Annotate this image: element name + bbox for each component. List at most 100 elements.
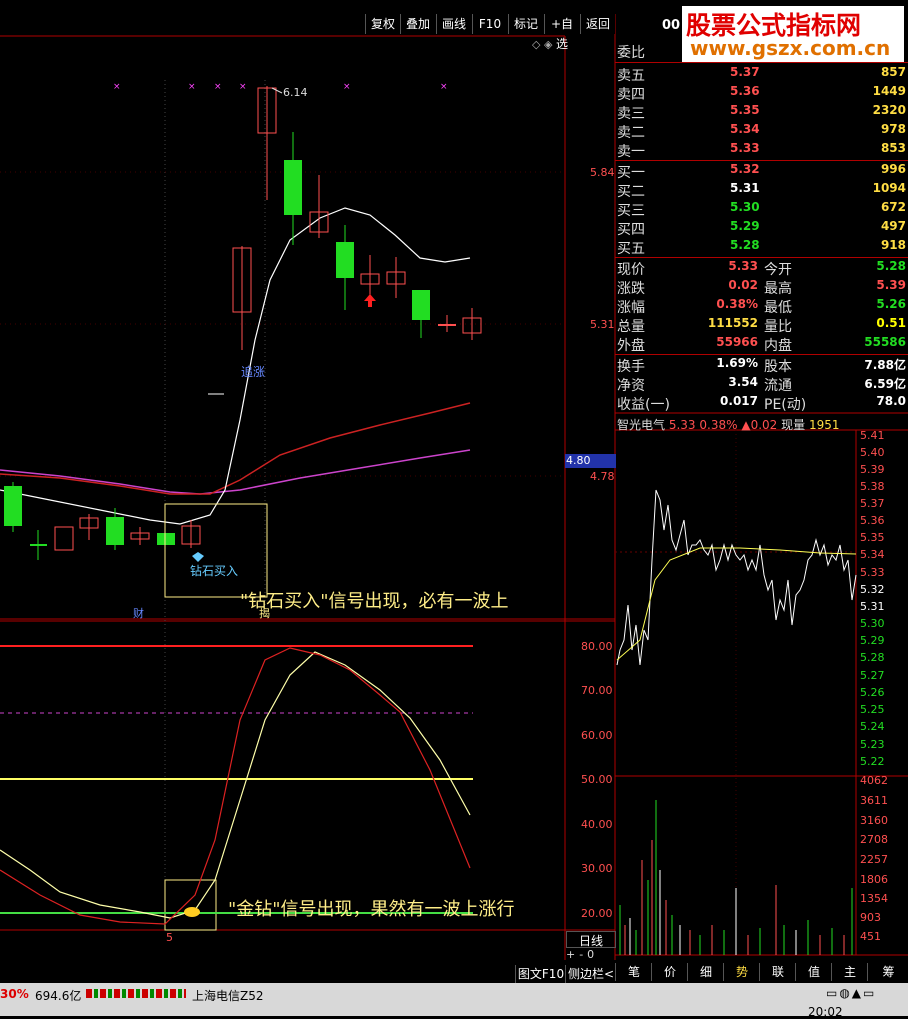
stat-label: 总量	[617, 319, 645, 335]
gold-diamond-icon	[184, 907, 200, 917]
price-tick: 5.84	[590, 166, 615, 179]
mini-tab-trades[interactable]: 笔	[615, 963, 652, 981]
ask-vol: 1449	[872, 84, 906, 98]
ask-row[interactable]: 卖一 5.33 853	[616, 141, 908, 160]
diamond-outline-icon[interactable]: ◇ ◈	[532, 38, 552, 51]
mini-avg-line	[616, 547, 857, 661]
stat-value: 0.38%	[716, 297, 758, 311]
osc-tick: 30.00	[581, 862, 613, 875]
bid-label: 买四	[617, 222, 645, 238]
period-label[interactable]: 日线	[566, 931, 616, 948]
bid-row[interactable]: 买一 5.32 996	[616, 162, 908, 181]
bid-row[interactable]: 买三 5.30 672	[616, 200, 908, 219]
stat-value: 7.88亿	[864, 358, 906, 372]
mini-price-tick: 5.28	[860, 651, 885, 664]
mini-tab-link[interactable]: 联	[759, 963, 796, 981]
f10-button[interactable]: F10	[472, 14, 507, 34]
add-watchlist-button[interactable]: +自选	[544, 14, 579, 51]
bid-vol: 1094	[872, 181, 906, 195]
mini-price-tick: 5.22	[860, 755, 885, 768]
stat-value: 5.39	[876, 278, 906, 292]
draw-line-button[interactable]: 画线	[436, 14, 471, 34]
stat-value: 0.017	[720, 394, 758, 408]
mini-tab-detail[interactable]: 细	[687, 963, 724, 981]
mini-tab-main[interactable]: 主	[831, 963, 868, 981]
up-arrow-icon	[364, 294, 376, 307]
market-breadth-bar	[86, 989, 186, 998]
stats2-row: 收益(一) 0.017 PE(动) 78.0	[616, 394, 908, 413]
bid-row[interactable]: 买四 5.29 497	[616, 219, 908, 238]
mini-tab-trend[interactable]: 势	[723, 963, 760, 981]
osc-tick: 80.00	[581, 640, 613, 653]
zoom-controls[interactable]: +-0	[566, 948, 598, 961]
svg-text:×: ×	[113, 82, 121, 92]
ask-row[interactable]: 卖五 5.37 857	[616, 65, 908, 84]
mini-tab-chips[interactable]: 筹	[867, 963, 908, 981]
mini-price-tick: 5.38	[860, 480, 885, 493]
stat-label: 内盘	[764, 338, 792, 354]
mini-vol-tick: 3160	[860, 814, 888, 827]
stats-row: 总量 111552 量比 0.51	[616, 316, 908, 335]
osc-red	[0, 647, 471, 925]
tray-icons[interactable]: ▭◍▲▭	[826, 986, 876, 1000]
stat-label: 涨幅	[617, 300, 645, 316]
osc-tick: 50.00	[581, 773, 613, 786]
tab-f10[interactable]: 图文F10	[515, 965, 566, 983]
bid-price: 5.32	[730, 162, 760, 176]
status-ticker: 上海电信Z52	[192, 989, 264, 1003]
stat-value: 6.59亿	[864, 377, 906, 391]
stat-label: 换手	[617, 359, 645, 375]
ma-white	[0, 207, 471, 525]
stat-value: 3.54	[728, 375, 758, 389]
bid-row[interactable]: 买二 5.31 1094	[616, 181, 908, 200]
mini-vol-tick: 2257	[860, 853, 888, 866]
bid-price: 5.30	[730, 200, 760, 214]
mini-vol-label: 现量	[781, 418, 806, 432]
osc-tick: 20.00	[581, 907, 613, 920]
high-price-label: 6.14	[283, 86, 308, 99]
ask-row[interactable]: 卖二 5.34 978	[616, 122, 908, 141]
mark-button[interactable]: 标记	[508, 14, 543, 34]
mini-price-tick: 5.39	[860, 463, 885, 476]
stat-label: 涨跌	[617, 281, 645, 297]
mini-tab-price[interactable]: 价	[651, 963, 688, 981]
current-price-box: 4.80	[565, 454, 616, 468]
stats-row: 外盘 55966 内盘 55586	[616, 335, 908, 354]
stat-label: 现价	[617, 262, 645, 278]
overlay-button[interactable]: 叠加	[400, 14, 435, 34]
ask-row[interactable]: 卖四 5.36 1449	[616, 84, 908, 103]
ask-price: 5.36	[730, 84, 760, 98]
stat-value: 0.02	[728, 278, 758, 292]
mini-price-tick: 5.26	[860, 686, 885, 699]
mini-price-tick: 5.32	[860, 583, 885, 596]
svg-text:×: ×	[239, 82, 247, 92]
price-tick: 4.78	[590, 470, 615, 483]
stat-label: 收益(一)	[617, 397, 670, 413]
mini-price-tick: 5.24	[860, 720, 885, 733]
ask-vol: 857	[880, 65, 906, 79]
back-button[interactable]: 返回	[580, 14, 615, 34]
bid-row[interactable]: 买五 5.28 918	[616, 238, 908, 257]
stat-value: 5.26	[876, 297, 906, 311]
bid-price: 5.31	[730, 181, 760, 195]
ask-label: 卖五	[617, 68, 645, 84]
stat-label: 今开	[764, 262, 792, 278]
stat-label: 最低	[764, 300, 792, 316]
mini-price-tick: 5.35	[860, 531, 885, 544]
mini-chg: ▲0.02	[741, 418, 778, 432]
osc-tick: 60.00	[581, 729, 613, 742]
top-toolbar: 复权 叠加 画线 F10 标记 +自选 返回 ◇ ◈	[0, 14, 615, 51]
stats-row: 现价 5.33 今开 5.28	[616, 259, 908, 278]
stat-label: 股本	[764, 359, 792, 375]
ask-row[interactable]: 卖三 5.35 2320	[616, 103, 908, 122]
mini-tab-value[interactable]: 值	[795, 963, 832, 981]
bid-vol: 918	[880, 238, 906, 252]
ma-red	[0, 402, 471, 495]
stock-name: 智光电气	[617, 418, 666, 432]
ask-price: 5.34	[730, 122, 760, 136]
tab-sidebar[interactable]: 侧边栏<	[565, 965, 616, 983]
fuquan-button[interactable]: 复权	[365, 14, 400, 34]
mini-price-tick: 5.40	[860, 446, 885, 459]
bid-price: 5.28	[730, 238, 760, 252]
diamond-buy-label: 钻石买入	[190, 564, 239, 578]
